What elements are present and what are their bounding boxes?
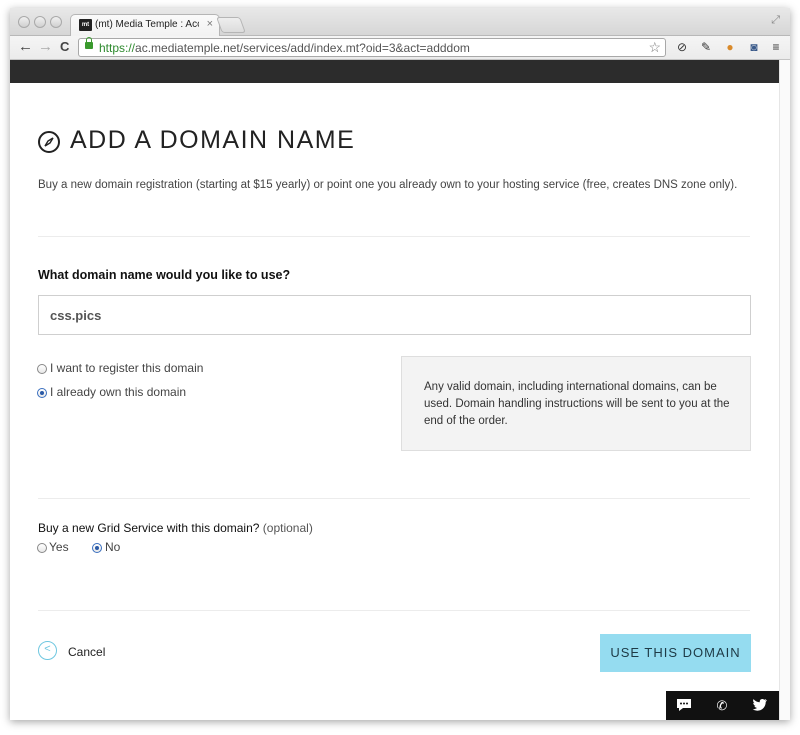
tab-strip: mt (mt) Media Temple : Accou × ⤢ [10,8,790,36]
url-text: https://ac.mediatemple.net/services/add/… [99,41,470,55]
address-bar[interactable]: https://ac.mediatemple.net/services/add/… [78,37,666,57]
grid-yes-radio[interactable] [37,543,47,553]
domain-question-label: What domain name would you like to use? [38,268,291,282]
cookie-extension-icon[interactable]: ● [722,39,738,55]
tab-close-icon[interactable]: × [207,18,213,30]
chat-icon[interactable] [676,698,692,714]
url-path: ac.mediatemple.net/services/add/index.mt… [135,41,470,55]
reload-button[interactable]: C [60,38,69,56]
page-title: ADD A DOMAIN NAME [70,126,356,154]
divider [38,498,750,499]
domain-name-input[interactable] [38,295,751,335]
own-domain-radio[interactable] [37,388,47,398]
compass-icon [38,131,60,153]
cancel-link[interactable]: Cancel [68,645,105,659]
grid-no-label[interactable]: No [105,540,120,554]
page-content: ADD A DOMAIN NAME Buy a new domain regis… [10,83,779,720]
own-domain-label[interactable]: I already own this domain [50,385,186,399]
divider [38,236,750,237]
domain-info-text: Any valid domain, including internationa… [424,381,730,427]
scrollbar[interactable] [779,60,790,720]
back-arrow-icon[interactable]: < [38,641,57,660]
browser-toolbar: ← → C https://ac.mediatemple.net/service… [10,36,790,60]
menu-icon[interactable]: ≡ [768,39,784,55]
register-domain-radio[interactable] [37,364,47,374]
grid-no-radio[interactable] [92,543,102,553]
browser-tab[interactable]: mt (mt) Media Temple : Accou × [70,14,220,36]
minimize-window-button[interactable] [34,16,46,28]
grid-service-question: Buy a new Grid Service with this domain?… [38,521,313,535]
optional-label: (optional) [262,521,313,535]
grid-service-question-text: Buy a new Grid Service with this domain? [38,521,260,535]
tab-title: (mt) Media Temple : Accou [95,19,199,30]
lock-icon [85,37,93,49]
bookmark-star-icon[interactable]: ☆ [648,39,661,56]
zoom-window-button[interactable] [50,16,62,28]
twitter-icon[interactable] [752,698,768,714]
phone-icon[interactable]: ✆ [714,698,730,714]
url-scheme: https:// [99,41,136,55]
fullscreen-icon[interactable]: ⤢ [771,14,780,27]
browser-window: mt (mt) Media Temple : Accou × ⤢ ← → C h… [10,8,790,720]
divider [38,610,750,611]
domain-info-box: Any valid domain, including internationa… [401,356,751,451]
close-window-button[interactable] [18,16,30,28]
site-header-bar [10,60,779,83]
forward-button[interactable]: → [38,38,53,56]
back-button[interactable]: ← [18,38,33,56]
mediatemple-favicon-icon: mt [79,19,92,31]
camera-extension-icon[interactable]: ◙ [746,39,762,55]
new-tab-button[interactable] [216,17,246,33]
intro-text: Buy a new domain registration (starting … [38,179,738,191]
use-this-domain-button[interactable]: USE THIS DOMAIN [600,634,751,672]
wrench-icon[interactable]: ✎ [698,39,714,55]
sync-extension-icon[interactable]: ⊘ [674,39,690,55]
register-domain-label[interactable]: I want to register this domain [50,361,203,375]
grid-yes-label[interactable]: Yes [49,540,69,554]
support-bar: ✆ [666,691,779,720]
